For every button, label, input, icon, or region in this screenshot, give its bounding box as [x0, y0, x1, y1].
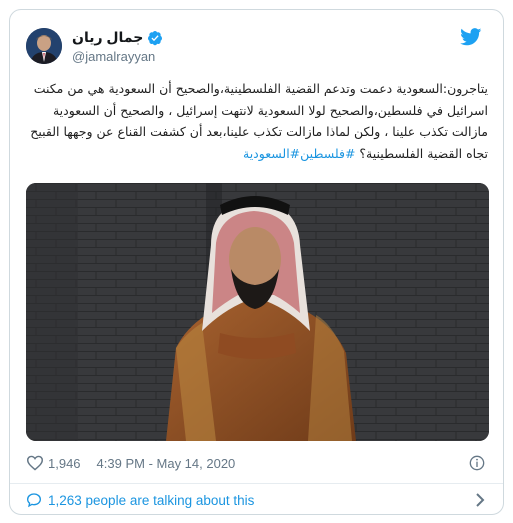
info-icon[interactable]	[469, 455, 485, 471]
like-count[interactable]: 1,946	[48, 456, 81, 471]
conversation-link[interactable]: 1,263 people are talking about this	[26, 490, 489, 510]
tweet-header: جمال ريان @jamalrayyan	[10, 10, 503, 76]
tweet-line-2: اسرائيل في فلسطين،والصحيح لولا السعودية …	[52, 102, 488, 118]
author-name-row: جمال ريان	[72, 29, 163, 46]
tweet-text: يتاجرون:السعودية دعمت وتدعم القضية الفلس…	[26, 78, 488, 164]
tweet-photo[interactable]	[26, 183, 489, 441]
author-handle[interactable]: @jamalrayyan	[72, 49, 163, 64]
author-avatar[interactable]	[26, 28, 62, 64]
tweet-line-1: يتاجرون:السعودية دعمت وتدعم القضية الفلس…	[33, 81, 488, 96]
twitter-bird-icon[interactable]	[460, 28, 482, 46]
author-names: جمال ريان @jamalrayyan	[72, 29, 163, 64]
tweet-card: جمال ريان @jamalrayyan يتاجرون:السعودية …	[9, 9, 504, 515]
speech-bubble-icon	[26, 493, 42, 508]
conversation-label[interactable]: 1,263 people are talking about this	[48, 493, 254, 508]
tweet-line-4-text: تجاه القضية الفلسطينية؟	[359, 145, 488, 161]
footer-divider	[10, 483, 503, 484]
tweet-timestamp[interactable]: 4:39 PM - May 14, 2020	[97, 456, 236, 471]
avatar-portrait	[26, 28, 62, 64]
heart-icon[interactable]	[26, 455, 44, 471]
hashtag-palestine[interactable]: #فلسطين	[300, 146, 355, 161]
hashtag-saudi[interactable]: #السعودية	[243, 146, 300, 161]
tweet-line-4: تجاه القضية الفلسطينية؟ #فلسطين#السعودية	[26, 143, 488, 165]
tweet-meta: 1,946 4:39 PM - May 14, 2020	[26, 450, 489, 476]
author-display-name[interactable]: جمال ريان	[72, 29, 143, 46]
chevron-right-icon[interactable]	[475, 493, 485, 507]
tweet-photo-image	[26, 183, 489, 441]
tweet-line-3: مازالت تكذب علينا ، ولكن لماذا مازالت تك…	[30, 124, 488, 139]
verified-badge-icon	[148, 30, 163, 45]
